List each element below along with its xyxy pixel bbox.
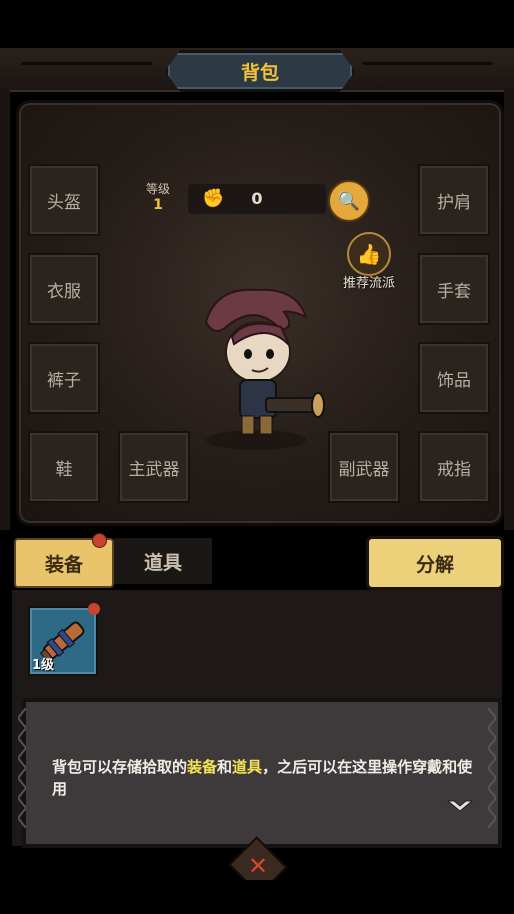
slot-clothes[interactable]: 衣服 — [28, 253, 100, 325]
status-bar — [0, 0, 514, 48]
slot-main-weapon-label: 主武器 — [128, 459, 180, 480]
slot-ring[interactable]: 戒指 — [418, 431, 490, 503]
dialog-text-part2: 和 — [217, 758, 233, 776]
level-label: 等级 — [145, 182, 170, 196]
close-icon: ✕ — [247, 852, 269, 880]
slot-pants-label: 裤子 — [47, 370, 81, 391]
power-value: 0 — [251, 189, 263, 208]
power-display: ✊ 0 — [188, 184, 326, 214]
slot-shoes[interactable]: 鞋 — [28, 431, 100, 503]
slot-shoulder[interactable]: 护肩 — [418, 164, 490, 236]
item-level: 1级 — [32, 658, 55, 673]
level-value: 1 — [153, 197, 163, 213]
slot-sub-weapon-label: 副武器 — [338, 459, 390, 480]
slot-shoes-label: 鞋 — [55, 459, 73, 480]
dialog-text-part1: 背包可以存储拾取的 — [52, 758, 188, 776]
dialog-highlight-items: 道具 — [232, 758, 263, 776]
branch-ornament-left — [17, 62, 153, 73]
slot-gloves-label: 手套 — [437, 281, 471, 302]
dialog-text: 背包可以存储拾取的装备和道具，之后可以在这里操作穿戴和使用 — [52, 756, 476, 800]
frame-edge-right — [504, 90, 514, 530]
frame-edge-left — [0, 90, 10, 530]
slot-accessory[interactable]: 饰品 — [418, 342, 490, 414]
slot-pants[interactable]: 裤子 — [28, 342, 100, 414]
slot-helmet-label: 头盔 — [47, 192, 81, 213]
branch-ornament-right — [361, 62, 497, 73]
slot-shoulder-label: 护肩 — [437, 192, 471, 213]
slot-helmet[interactable]: 头盔 — [28, 164, 100, 236]
bottom-bar — [0, 880, 514, 914]
search-icon[interactable]: 🔍 — [328, 180, 370, 222]
tab-items[interactable]: 道具 — [114, 538, 212, 584]
new-item-dot — [88, 603, 100, 615]
slot-accessory-label: 饰品 — [437, 370, 471, 391]
dialog-spikes-right — [488, 708, 496, 828]
recommend-label: 推荐流派 — [342, 276, 395, 291]
thumbs-up-icon: 👍 — [347, 232, 391, 276]
title-plate: 背包 — [165, 50, 355, 92]
tutorial-dialog[interactable]: 背包可以存储拾取的装备和道具，之后可以在这里操作穿戴和使用 — [22, 698, 502, 848]
notification-dot — [92, 533, 107, 548]
decompose-button[interactable]: 分解 — [366, 536, 504, 590]
slot-gloves[interactable]: 手套 — [418, 253, 490, 325]
slot-sub-weapon[interactable]: 副武器 — [328, 431, 400, 503]
inventory-item[interactable]: 1级 — [28, 603, 100, 676]
dialog-spikes-left — [18, 708, 26, 828]
continue-arrow-icon[interactable] — [446, 798, 474, 817]
slot-main-weapon[interactable]: 主武器 — [118, 431, 190, 503]
level-badge: 等级 1 — [138, 180, 178, 213]
slot-clothes-label: 衣服 — [47, 281, 81, 302]
slot-ring-label: 戒指 — [437, 459, 471, 480]
recommend-build-button[interactable]: 👍 推荐流派 — [336, 232, 402, 291]
hero-character — [204, 288, 325, 450]
page-title: 背包 — [240, 61, 279, 84]
dialog-highlight-equipment: 装备 — [187, 758, 218, 776]
